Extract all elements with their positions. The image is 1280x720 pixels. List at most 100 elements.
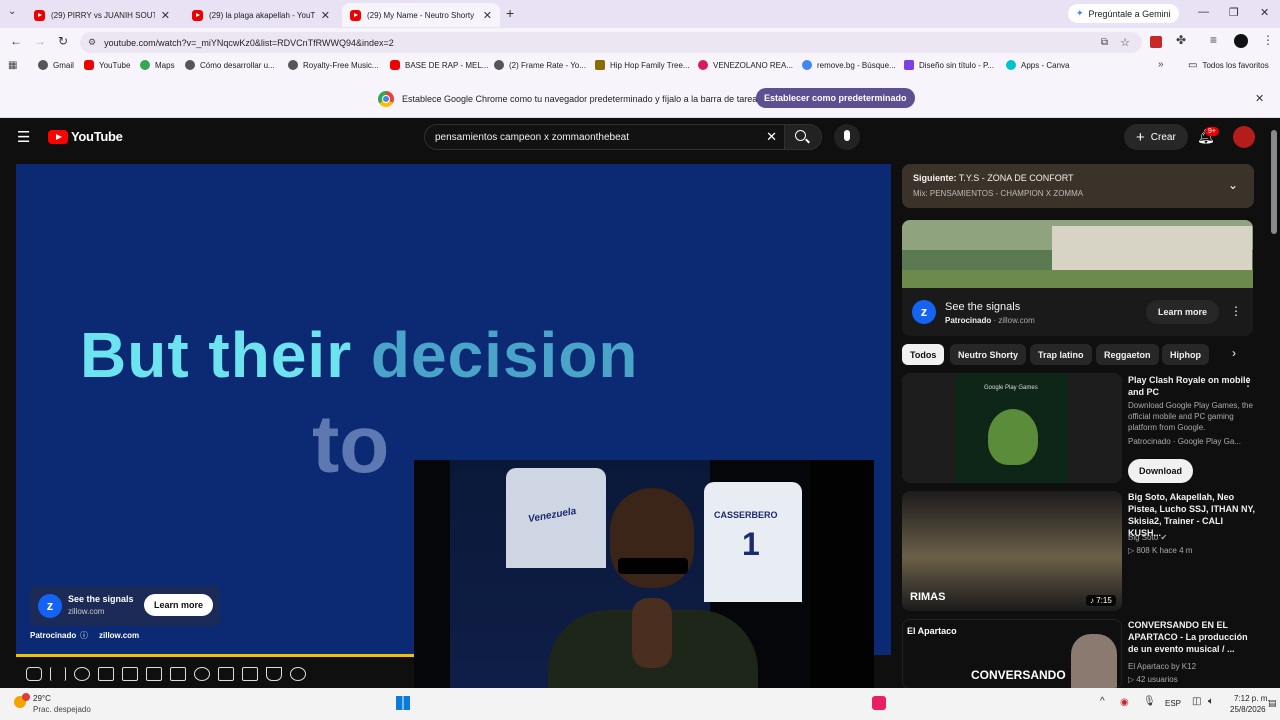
broadcast-icon[interactable] [74,667,90,681]
tray-app-icon[interactable]: ◉ [1120,697,1129,708]
settings-gear-icon[interactable] [290,667,306,681]
sort-icon[interactable] [50,667,66,681]
bookmark-gmail[interactable]: Gmail [38,60,74,70]
set-default-button[interactable]: Establecer como predeterminado [756,88,915,108]
search-button[interactable] [784,124,822,150]
bookmark-youtube[interactable]: YouTube [84,60,130,70]
side-ad-thumbnail[interactable] [902,220,1253,288]
site-info-icon[interactable]: ⚙ [88,37,96,48]
bookmark-como[interactable]: Cómo desarrollar u... [185,60,275,70]
chip-neutro-shorty[interactable]: Neutro Shorty [950,344,1027,365]
tab-pirry[interactable]: (29) PIRRY vs JUANIH SOUTH - ✕ [26,3,178,27]
infobar-close-icon[interactable]: ✕ [1255,92,1264,105]
clapper-icon[interactable] [122,667,138,681]
flask-icon[interactable] [266,667,282,681]
tiktok-taskbar-icon[interactable] [872,696,886,710]
close-window-icon[interactable]: ✕ [1260,6,1269,19]
search-input[interactable]: pensamientos campeon x zommaonthebeat ✕ [424,124,788,150]
side-ad-learn-more-button[interactable]: Learn more [1146,300,1220,324]
more-bookmarks-icon[interactable]: » [1158,59,1164,70]
tab-plaga[interactable]: (29) la plaga akapellah - YouTub ✕ [184,3,338,27]
install-icon[interactable]: ⧉ [1101,37,1108,48]
all-bookmarks-folder[interactable]: ▭ Todos los favoritos [1188,60,1269,71]
youtube-logo[interactable]: YouTube [48,129,123,144]
side-ad-menu-icon[interactable]: ⋮ [1230,304,1242,318]
bookmark-maps[interactable]: Maps [140,60,175,70]
video-menu-icon[interactable]: ⋮ [1242,375,1254,389]
bookmark-royalty[interactable]: Royalty-Free Music... [288,60,379,70]
new-tab-icon[interactable]: + [506,5,514,21]
notification-center-icon[interactable]: ▤ [1268,698,1277,709]
gemini-button[interactable]: ✦ Pregúntale a Gemini [1068,4,1179,23]
chip-reggaeton[interactable]: Reggaeton [1096,344,1159,365]
clock-time[interactable]: 7:12 p. m. [1234,694,1270,703]
video-title[interactable]: CONVERSANDO EN EL APARTACO - La producci… [1128,619,1256,655]
camera-eye-icon[interactable] [98,667,114,681]
tray-mic-icon[interactable]: 🎙︎ [1143,696,1156,707]
extensions-puzzle-icon[interactable]: ✤ [1176,33,1186,47]
side-ad-banner[interactable]: z See the signals Patrocinado · zillow.c… [902,288,1253,336]
tray-chevron-icon[interactable]: ^ [1100,696,1105,707]
windows-start-icon[interactable] [396,696,410,710]
tab-search-icon[interactable]: ⌄ [8,6,16,17]
close-tab-icon[interactable]: ✕ [321,9,330,22]
video-title[interactable]: Play Clash Royale on mobile and PC [1128,374,1256,398]
bookmark-hiphop[interactable]: Hip Hop Family Tree... [595,60,690,70]
loop-icon[interactable] [26,667,42,681]
menu-kebab-icon[interactable]: ⋮ [1262,33,1274,47]
clear-search-icon[interactable]: ✕ [766,129,777,145]
reload-icon[interactable]: ↻ [58,34,68,48]
minimize-icon[interactable]: — [1198,6,1209,18]
clock-date[interactable]: 25/8/2026 [1230,705,1266,714]
sponsored-domain[interactable]: zillow.com [99,631,139,640]
apps-grid-icon[interactable]: ▦ [8,60,17,71]
chip-trap-latino[interactable]: Trap latino [1030,344,1092,365]
tab-my-name[interactable]: (29) My Name - Neutro Shorty ✕ [342,3,500,27]
address-bar[interactable]: ⚙ youtube.com/watch?v=_miYNqcwKz0&list=R… [80,32,1142,53]
info-icon[interactable]: ⓘ [80,630,88,641]
video-stats: ▷ 808 K hace 4 m [1128,546,1193,555]
volume-icon[interactable]: 🔈︎ [1208,696,1214,707]
hamburger-menu-icon[interactable]: ☰ [17,128,30,146]
chip-todos[interactable]: Todos [902,344,945,365]
youtube-play-icon [48,129,68,144]
bookmark-removebg[interactable]: remove.bg - Búsque... [802,60,896,70]
video-thumbnail[interactable]: RIMAS ♪ 7:15 [902,491,1122,611]
language-indicator[interactable]: ESP [1165,699,1181,708]
chip-hiphop[interactable]: Hiphop [1162,344,1209,365]
film-strip-icon[interactable] [170,667,186,681]
up-next-panel[interactable]: Siguiente: T.Y.S - ZONA DE CONFORT Mix: … [902,164,1254,208]
expand-chevron-icon[interactable]: ⌄ [1228,178,1238,192]
forward-icon[interactable]: → [34,34,46,48]
bookmark-canva[interactable]: Apps - Canva [1006,60,1069,70]
chips-next-icon[interactable]: › [1232,346,1236,360]
extension-red-icon[interactable] [1150,36,1162,48]
screenshot-icon[interactable] [242,667,258,681]
voice-search-button[interactable] [834,124,860,150]
profile-avatar[interactable] [1234,34,1248,48]
add-screen-icon[interactable] [218,667,234,681]
player-ad-card[interactable]: z See the signals zillow.com Learn more [30,586,220,626]
create-button[interactable]: + Crear [1124,124,1188,150]
account-avatar[interactable] [1233,126,1255,148]
bookmark-diseno[interactable]: Diseño sin título - P... [904,60,994,70]
ad-learn-more-button[interactable]: Learn more [144,594,214,616]
wifi-icon[interactable]: ◫ [1192,696,1201,707]
restore-icon[interactable]: ❐ [1229,6,1239,19]
video-thumbnail[interactable]: Google Play Games [902,373,1122,483]
close-tab-icon[interactable]: ✕ [483,9,492,22]
video-thumbnail[interactable]: El Apartaco CONVERSANDO [902,619,1122,689]
page-scrollbar[interactable] [1271,130,1277,234]
back-icon[interactable]: ← [10,34,22,48]
bookmark-star-icon[interactable]: ☆ [1120,36,1130,49]
progress-bar[interactable] [16,654,416,657]
bookmark-base-rap[interactable]: BASE DE RAP - MEL... [390,60,488,70]
speed-icon[interactable] [194,667,210,681]
media-control-icon[interactable]: ≡ [1210,33,1217,47]
close-tab-icon[interactable]: ✕ [161,9,170,22]
screen-icon[interactable] [146,667,162,681]
download-button[interactable]: Download [1128,459,1193,483]
pip-camera-window[interactable]: Venezuela CASSERBERO 1 [414,460,874,720]
bookmark-venezolano[interactable]: VENEZOLANO REA... [698,60,793,70]
bookmark-frame-rate[interactable]: (2) Frame Rate - Yo... [494,60,586,70]
